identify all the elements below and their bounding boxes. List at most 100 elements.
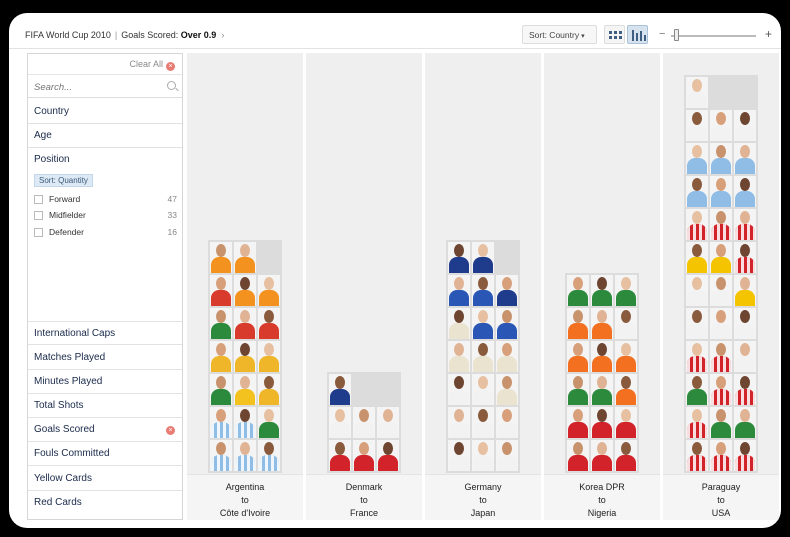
player-photo[interactable] bbox=[377, 440, 399, 471]
player-photo[interactable] bbox=[448, 308, 470, 339]
zoom-slider-handle[interactable] bbox=[674, 29, 679, 41]
player-photo[interactable] bbox=[686, 374, 708, 405]
player-photo[interactable] bbox=[472, 407, 494, 438]
player-photo[interactable] bbox=[567, 341, 589, 372]
player-photo[interactable] bbox=[686, 209, 708, 240]
player-photo[interactable] bbox=[496, 275, 518, 306]
player-photo[interactable] bbox=[710, 176, 732, 207]
player-photo[interactable] bbox=[448, 341, 470, 372]
player-photo[interactable] bbox=[686, 440, 708, 471]
option-midfielder[interactable]: Midfielder 33 bbox=[34, 210, 177, 223]
player-photo[interactable] bbox=[472, 242, 494, 273]
player-photo[interactable] bbox=[353, 407, 375, 438]
player-photo[interactable] bbox=[567, 308, 589, 339]
search-input[interactable] bbox=[34, 79, 162, 95]
midfielder-checkbox[interactable] bbox=[34, 211, 43, 220]
player-photo[interactable] bbox=[734, 374, 756, 405]
facet-position[interactable]: Position bbox=[28, 148, 182, 172]
player-photo[interactable] bbox=[734, 308, 756, 339]
player-photo[interactable] bbox=[615, 308, 637, 339]
player-photo[interactable] bbox=[448, 374, 470, 405]
clear-all-button[interactable]: Clear All × bbox=[129, 59, 175, 71]
player-photo[interactable] bbox=[710, 110, 732, 141]
player-photo[interactable] bbox=[210, 275, 232, 306]
player-photo[interactable] bbox=[710, 308, 732, 339]
player-photo[interactable] bbox=[591, 440, 613, 471]
player-photo[interactable] bbox=[615, 440, 637, 471]
player-photo[interactable] bbox=[615, 374, 637, 405]
player-photo[interactable] bbox=[734, 209, 756, 240]
player-photo[interactable] bbox=[496, 440, 518, 471]
player-photo[interactable] bbox=[258, 341, 280, 372]
player-photo[interactable] bbox=[210, 374, 232, 405]
player-photo[interactable] bbox=[258, 440, 280, 471]
player-photo[interactable] bbox=[329, 374, 351, 405]
remove-filter-icon[interactable]: × bbox=[166, 426, 175, 435]
player-photo[interactable] bbox=[377, 407, 399, 438]
player-photo[interactable] bbox=[734, 440, 756, 471]
player-photo[interactable] bbox=[710, 209, 732, 240]
player-photo[interactable] bbox=[686, 341, 708, 372]
player-photo[interactable] bbox=[234, 341, 256, 372]
player-photo[interactable] bbox=[591, 308, 613, 339]
player-photo[interactable] bbox=[710, 374, 732, 405]
column-korea-dpr-nigeria[interactable]: Korea DPR to Nigeria bbox=[544, 53, 660, 520]
player-photo[interactable] bbox=[496, 341, 518, 372]
player-photo[interactable] bbox=[234, 440, 256, 471]
defender-checkbox[interactable] bbox=[34, 228, 43, 237]
player-photo[interactable] bbox=[448, 407, 470, 438]
player-photo[interactable] bbox=[258, 308, 280, 339]
facet-total-shots[interactable]: Total Shots bbox=[28, 394, 182, 418]
player-photo[interactable] bbox=[734, 275, 756, 306]
player-photo[interactable] bbox=[472, 308, 494, 339]
search-icon[interactable] bbox=[167, 81, 176, 90]
player-photo[interactable] bbox=[496, 308, 518, 339]
player-photo[interactable] bbox=[734, 176, 756, 207]
player-photo[interactable] bbox=[496, 374, 518, 405]
player-photo[interactable] bbox=[734, 407, 756, 438]
player-photo[interactable] bbox=[234, 308, 256, 339]
player-photo[interactable] bbox=[210, 242, 232, 273]
player-photo[interactable] bbox=[686, 242, 708, 273]
facet-age[interactable]: Age bbox=[28, 124, 182, 148]
player-photo[interactable] bbox=[710, 242, 732, 273]
player-photo[interactable] bbox=[710, 341, 732, 372]
column-denmark-france[interactable]: Denmark to France bbox=[306, 53, 422, 520]
player-photo[interactable] bbox=[686, 77, 708, 108]
player-photo[interactable] bbox=[567, 440, 589, 471]
breadcrumb-filter-value[interactable]: Over 0.9 bbox=[181, 30, 217, 40]
player-photo[interactable] bbox=[234, 374, 256, 405]
player-photo[interactable] bbox=[329, 440, 351, 471]
player-photo[interactable] bbox=[710, 407, 732, 438]
player-photo[interactable] bbox=[448, 440, 470, 471]
facet-fouls-committed[interactable]: Fouls Committed bbox=[28, 442, 182, 466]
player-photo[interactable] bbox=[686, 176, 708, 207]
player-photo[interactable] bbox=[329, 407, 351, 438]
player-photo[interactable] bbox=[258, 374, 280, 405]
player-photo[interactable] bbox=[210, 341, 232, 372]
facet-matches-played[interactable]: Matches Played bbox=[28, 346, 182, 370]
player-photo[interactable] bbox=[567, 374, 589, 405]
player-photo[interactable] bbox=[448, 275, 470, 306]
player-photo[interactable] bbox=[210, 440, 232, 471]
player-photo[interactable] bbox=[210, 308, 232, 339]
player-photo[interactable] bbox=[448, 242, 470, 273]
zoom-out-button[interactable]: − bbox=[659, 28, 665, 40]
option-forward[interactable]: Forward 47 bbox=[34, 194, 177, 207]
facet-country[interactable]: Country bbox=[28, 100, 182, 124]
player-photo[interactable] bbox=[591, 407, 613, 438]
player-photo[interactable] bbox=[210, 407, 232, 438]
player-photo[interactable] bbox=[734, 341, 756, 372]
player-photo[interactable] bbox=[615, 407, 637, 438]
grid-view-button[interactable] bbox=[604, 25, 625, 44]
player-photo[interactable] bbox=[496, 407, 518, 438]
player-photo[interactable] bbox=[591, 341, 613, 372]
player-photo[interactable] bbox=[567, 275, 589, 306]
sort-quantity-badge[interactable]: Sort: Quantity bbox=[34, 174, 93, 187]
player-photo[interactable] bbox=[591, 275, 613, 306]
player-photo[interactable] bbox=[710, 275, 732, 306]
option-defender[interactable]: Defender 16 bbox=[34, 227, 177, 240]
player-photo[interactable] bbox=[234, 242, 256, 273]
bar-view-button[interactable] bbox=[627, 25, 648, 44]
player-photo[interactable] bbox=[615, 275, 637, 306]
